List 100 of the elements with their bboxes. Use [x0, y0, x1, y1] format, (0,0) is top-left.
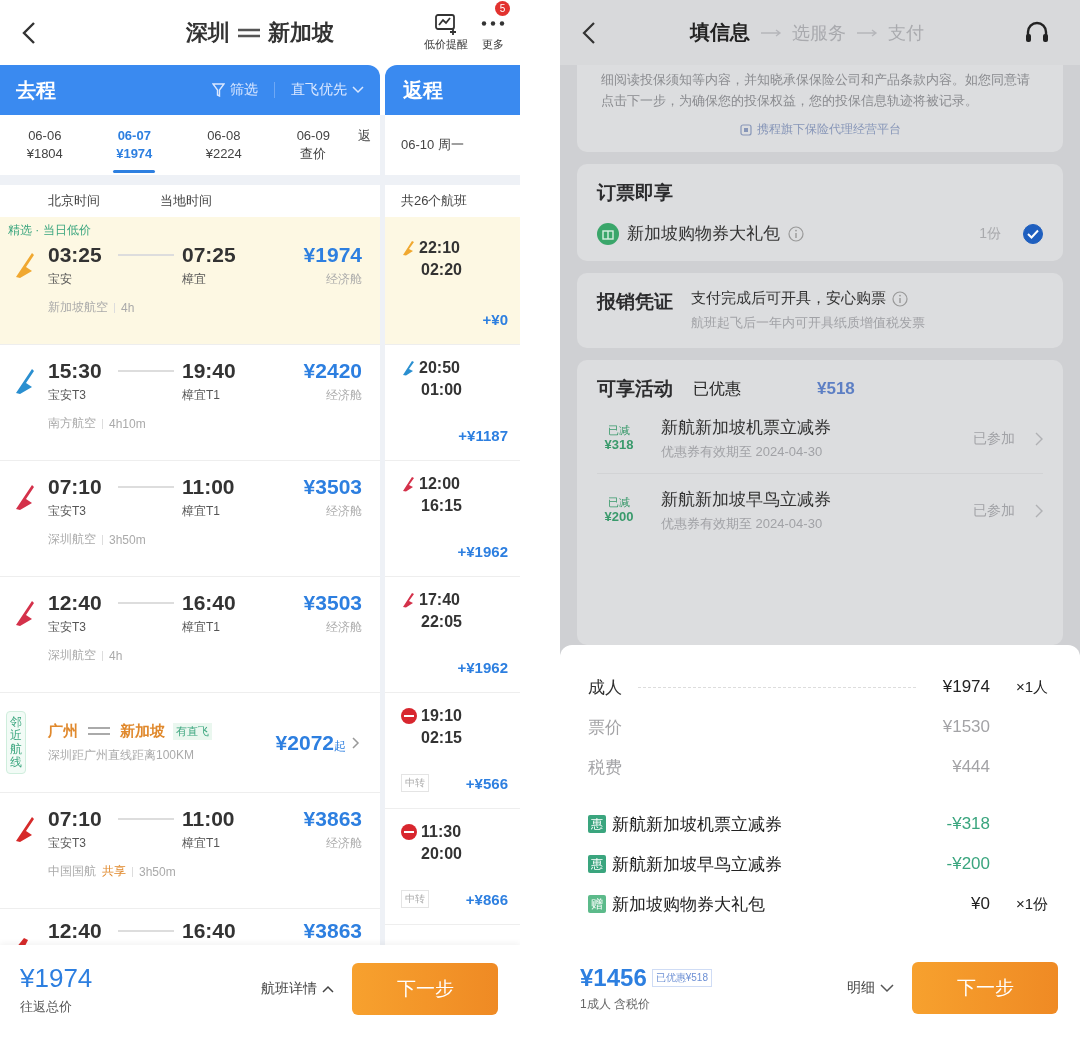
coupon-validity: 优惠券有效期至 2024-04-30 — [661, 515, 824, 533]
checkmark-icon — [1027, 228, 1039, 239]
departure-time: 15:30 — [48, 359, 103, 383]
date-tab[interactable]: 06-09 查价 — [268, 115, 358, 175]
cabin-class: 经济舱 — [326, 618, 362, 636]
departure-time: 12:40 — [48, 919, 103, 943]
date-tab[interactable]: 06-06 ¥1804 — [0, 115, 90, 175]
price-difference: +¥866 — [465, 890, 508, 908]
line-item-amount: ¥0 — [970, 894, 990, 914]
discount-badge: 已优惠¥518 — [651, 968, 712, 987]
toolbar-button[interactable]: 低价提醒 — [424, 13, 468, 52]
coupon-name: 新航新加坡早鸟立减券 — [661, 489, 831, 511]
gift-icon — [597, 222, 619, 245]
line-item-label: 新航新加坡早鸟立减券 — [612, 853, 782, 876]
promo-badge: 赠 — [588, 895, 606, 913]
promo-badge: 惠 — [588, 815, 606, 833]
total-price-label: 1成人 含税价 — [580, 995, 651, 1013]
caret-icon — [352, 86, 364, 94]
date-tab[interactable]: 返 — [358, 115, 380, 175]
destination-city: 新加坡 — [268, 18, 334, 47]
departure-time: 20:50 — [419, 359, 460, 377]
arrival-time: 11:00 — [181, 807, 236, 831]
caret-icon — [322, 985, 334, 993]
arrival-time: 01:00 — [420, 381, 463, 399]
chevron-right-icon — [352, 736, 360, 749]
arrival-time: 16:40 — [181, 591, 237, 615]
departure-airport: 宝安T3 — [48, 618, 87, 636]
chevron-right-icon — [1035, 503, 1043, 518]
back-icon[interactable] — [582, 20, 596, 45]
flight-duration: 4h10m — [109, 416, 146, 431]
line-item-quantity: ×1人 — [1014, 677, 1048, 697]
flight-price: ¥3503 — [303, 475, 362, 499]
back-icon[interactable] — [22, 20, 36, 45]
airline-name: 深圳航空 — [48, 647, 96, 664]
line-item-amount: -¥318 — [945, 814, 990, 834]
flight-details-toggle[interactable]: 航班详情 — [261, 980, 334, 998]
price-difference: +¥1962 — [457, 543, 508, 560]
origin-city: 广州 — [48, 721, 78, 741]
discount-amount: ¥518 — [817, 379, 855, 399]
flight-price: ¥2420 — [303, 359, 362, 383]
departure-time: 03:25 — [48, 243, 103, 267]
total-price: ¥1974 — [20, 962, 93, 994]
flight-price: ¥3863 — [303, 807, 362, 831]
departure-time: 17:40 — [419, 591, 460, 609]
toolbar-button[interactable]: 更多 — [480, 13, 506, 52]
arrival-time: 02:15 — [420, 729, 463, 747]
section-title: 报销凭证 — [597, 290, 673, 314]
departure-time: 07:10 — [48, 475, 103, 499]
cabin-class: 经济舱 — [326, 386, 362, 404]
return-flight-card[interactable]: 22:10 02:20 +¥0 — [385, 217, 520, 345]
checkbox[interactable] — [1023, 223, 1043, 244]
arrival-time: 02:20 — [420, 261, 463, 279]
column-header: 北京时间 — [48, 192, 100, 210]
codeshare-label: 共享 — [102, 863, 126, 880]
chevron-right-icon — [1035, 431, 1043, 446]
round-trip-icon — [236, 26, 262, 39]
arrival-time: 07:25 — [181, 243, 237, 267]
departure-time: 19:10 — [421, 707, 462, 725]
line-item-amount: ¥444 — [951, 757, 990, 777]
caret-icon — [880, 983, 894, 993]
line-item-quantity: ×1份 — [1014, 894, 1048, 914]
flight-card[interactable]: 精选 · 当日低价 03:25 07:25 ¥1974 宝安 樟宜 经济舱 新加坡航空 4h — [0, 217, 380, 345]
coupon-row[interactable]: 已减 ¥200 新航新加坡早鸟立减券 优惠券有效期至 2024-04-30 已参加 — [597, 473, 1043, 545]
date-tab[interactable]: 06-07 ¥1974 — [89, 115, 179, 175]
line-item-amount: ¥1530 — [941, 717, 990, 737]
departure-time: 22:10 — [419, 239, 460, 257]
total-price-label: 往返总价 — [20, 997, 73, 1016]
airline-name: 新加坡航空 — [48, 299, 108, 316]
departure-time: 12:00 — [419, 475, 460, 493]
cabin-class: 经济舱 — [326, 270, 362, 288]
filter-icon — [212, 83, 225, 97]
price-difference: +¥1187 — [458, 427, 508, 444]
transfer-tag: 中转 — [401, 774, 429, 792]
airline-name: 南方航空 — [48, 415, 96, 432]
date-tab[interactable]: 06-08 ¥2224 — [179, 115, 269, 175]
departure-time: 07:10 — [48, 807, 103, 831]
departure-airport: 宝安T3 — [48, 386, 87, 404]
arrival-airport: 樟宜T1 — [181, 386, 221, 404]
arrival-airport: 樟宜T1 — [181, 502, 221, 520]
arrival-airport: 樟宜T1 — [181, 834, 221, 852]
line-item-amount: -¥200 — [945, 854, 990, 874]
arrival-airport: 樟宜T1 — [181, 618, 221, 636]
arrival-airport: 樟宜 — [181, 270, 207, 288]
price-difference: +¥0 — [482, 311, 508, 328]
more-icon — [480, 21, 506, 26]
arrival-time: 20:00 — [420, 845, 463, 863]
details-toggle[interactable]: 明细 — [847, 979, 894, 997]
section-title: 订票即享 — [597, 182, 673, 203]
arrival-time: 16:15 — [420, 497, 463, 515]
origin-city: 深圳 — [186, 18, 230, 47]
return-date[interactable]: 06-10 周一 — [401, 136, 464, 154]
price-difference: +¥1962 — [457, 659, 508, 676]
line-item-amount: ¥1974 — [941, 677, 990, 697]
notification-badge: 5 — [495, 1, 510, 16]
return-label: 返程 — [403, 77, 443, 103]
column-header: 当地时间 — [160, 192, 212, 210]
flight-tag: 精选 · 当日低价 — [0, 219, 362, 241]
flight-duration: 4h — [109, 648, 123, 663]
departure-airport: 宝安T3 — [48, 834, 87, 852]
coupon-row[interactable]: 已减 ¥318 新航新加坡机票立减券 优惠券有效期至 2024-04-30 已参加 — [597, 402, 1043, 473]
